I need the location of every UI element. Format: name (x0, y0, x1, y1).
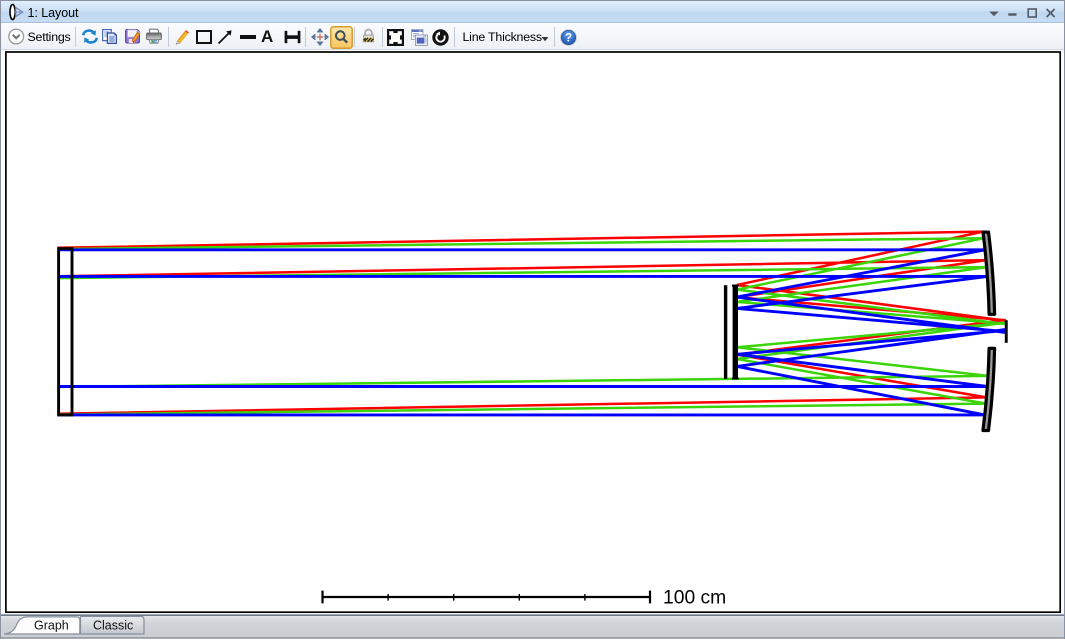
svg-text:?: ? (564, 32, 571, 44)
svg-text:Graph: Graph (34, 619, 69, 633)
svg-text:100 cm: 100 cm (663, 588, 726, 609)
svg-text:Classic: Classic (93, 619, 133, 633)
